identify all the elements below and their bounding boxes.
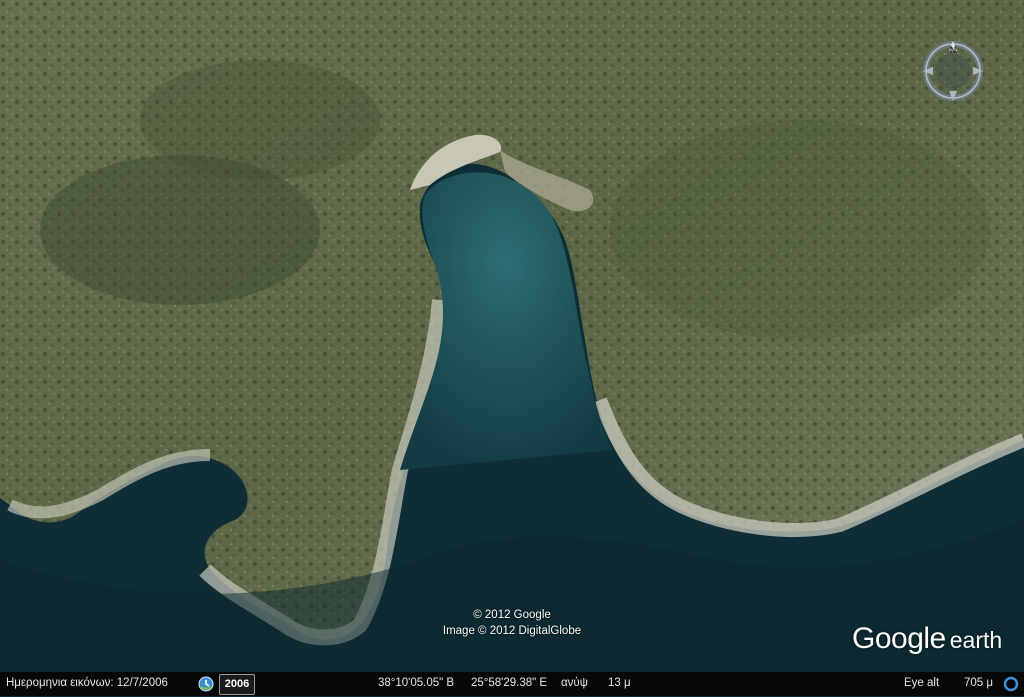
longitude-readout: 25°58'29.38" Ε <box>471 677 548 689</box>
imagery-date: Ημερομηνια εικόνων: 12/7/2006 <box>6 677 168 689</box>
compass-north-label: N <box>950 45 957 55</box>
elevation-label: ανύψ <box>561 677 588 689</box>
compass-control[interactable]: N <box>920 38 986 104</box>
logo-word-google: Google <box>852 622 946 655</box>
satellite-map[interactable] <box>0 0 1024 672</box>
eye-alt-value: 705 μ <box>964 677 994 689</box>
latitude-readout: 38°10'05.05" Β <box>378 677 455 689</box>
historical-imagery-icon[interactable] <box>198 676 214 692</box>
historical-year-button[interactable]: 2006 <box>219 674 255 695</box>
logo-word-earth: earth <box>949 627 1003 653</box>
copyright-google: © 2012 Google <box>473 609 551 621</box>
eye-alt-label: Eye alt <box>904 677 940 689</box>
streaming-indicator-icon <box>1003 676 1019 692</box>
status-bar: Ημερομηνια εικόνων: 12/7/2006 38°10'05.0… <box>0 672 1024 696</box>
compass-icon[interactable]: N <box>920 38 986 104</box>
google-earth-logo: Google earth <box>852 622 1002 656</box>
elevation-value: 13 μ <box>608 677 631 689</box>
